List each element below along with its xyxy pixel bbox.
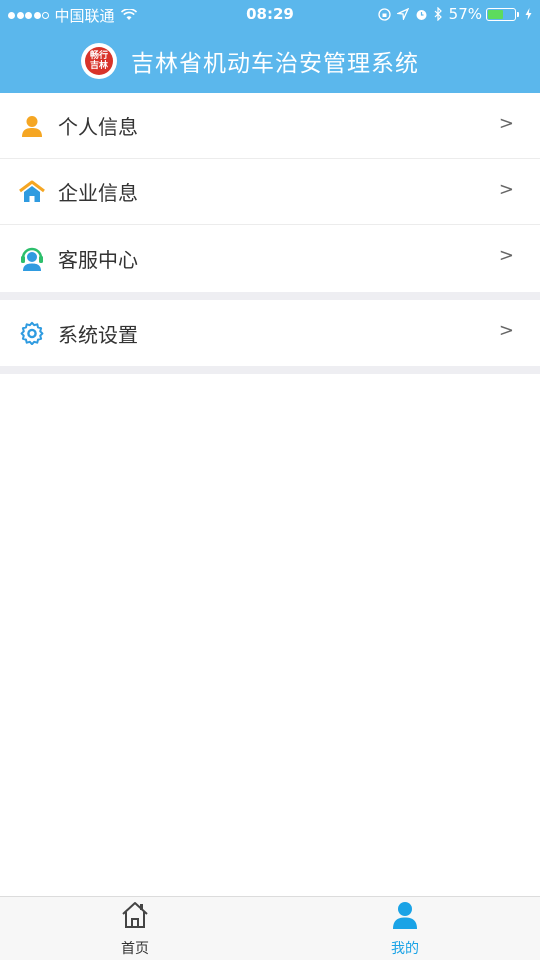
- menu-label: 系统设置: [58, 322, 138, 347]
- tab-label: 我的: [391, 941, 419, 957]
- app-logo: 畅行 吉林: [81, 42, 117, 79]
- menu-item-personal-info[interactable]: 个人信息 >: [0, 93, 540, 159]
- rotation-lock-icon: [378, 7, 391, 21]
- tab-mine[interactable]: 我的: [270, 897, 540, 961]
- menu-label: 企业信息: [58, 181, 138, 205]
- chevron-right-icon: >: [498, 179, 514, 200]
- user-icon: [390, 900, 420, 934]
- location-icon: [396, 8, 409, 20]
- header: 畅行 吉林 吉林省机动车治安管理系统: [0, 28, 540, 93]
- tab-bar: 首页 我的: [0, 896, 540, 960]
- menu-item-system-settings[interactable]: 系统设置 >: [0, 300, 540, 366]
- tab-home[interactable]: 首页: [0, 897, 270, 961]
- status-right: 57%: [372, 5, 532, 23]
- battery-icon: [486, 7, 516, 21]
- status-bar: 中国联通 08:29 57%: [0, 0, 540, 28]
- group-divider: [0, 292, 540, 300]
- logo-text: 畅行 吉林: [85, 46, 113, 75]
- chevron-right-icon: >: [498, 320, 514, 341]
- charging-icon: [525, 8, 532, 20]
- bluetooth-icon: [434, 7, 443, 21]
- menu-item-customer-service[interactable]: 客服中心 >: [0, 225, 540, 291]
- menu-label: 个人信息: [58, 115, 138, 139]
- page-title: 吉林省机动车治安管理系统: [131, 50, 419, 77]
- home-outline-icon: [120, 900, 150, 934]
- chevron-right-icon: >: [498, 245, 514, 266]
- person-icon: [18, 112, 46, 140]
- home-icon: [18, 178, 46, 206]
- group-divider: [0, 366, 540, 374]
- menu-label: 客服中心: [58, 247, 138, 272]
- menu-item-company-info[interactable]: 企业信息 >: [0, 159, 540, 225]
- gear-icon: [18, 319, 46, 347]
- battery-percent: 57%: [448, 5, 482, 23]
- chevron-right-icon: >: [498, 113, 514, 134]
- tab-label: 首页: [121, 941, 149, 957]
- headset-icon: [18, 244, 46, 272]
- menu-group-settings: 系统设置 >: [0, 300, 540, 366]
- menu-group-info: 个人信息 > 企业信息 > 客服中心 >: [0, 93, 540, 291]
- alarm-icon: [415, 8, 428, 21]
